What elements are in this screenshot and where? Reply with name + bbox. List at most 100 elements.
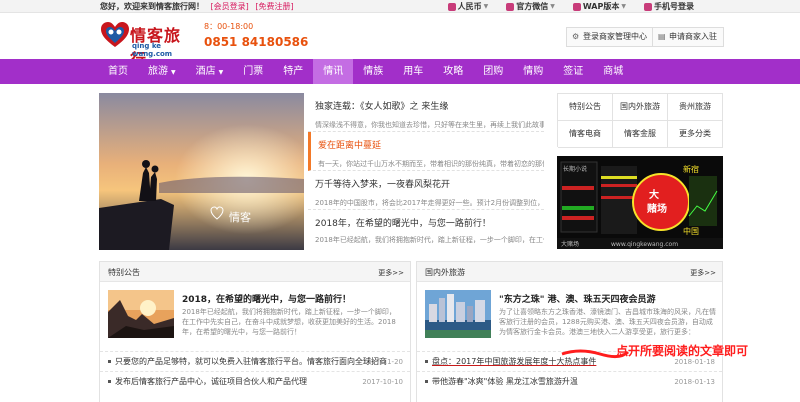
feature-title[interactable]: 2018，在希望的曙光中，与您一路前行！ [182, 292, 351, 305]
nav-visa[interactable]: 签证 [553, 59, 593, 84]
hero-watermark: 情客 [229, 210, 251, 224]
list-item-text: 带他游春"冰爽"体验 黑龙江冰雪旅游升温 [432, 377, 578, 386]
top-bar-right: 人民币 ▼ 官方微信 ▼ WAP版本 ▼ 手机号登录 [447, 0, 694, 13]
wechat-label: 官方微信 [516, 2, 549, 11]
mobile-login-link[interactable]: 手机号登录 [644, 0, 694, 13]
nav-home[interactable]: 首页 [98, 59, 138, 84]
list-item[interactable]: 带他游春"冰爽"体验 黑龙江冰雪旅游升温 2018-01-13 [417, 371, 722, 391]
news-desc: 情深缘浅不得意，你我也知道去珍惜，只好等在来生里，再续上我们此故事的开始 [315, 121, 544, 129]
mobile-icon [644, 2, 652, 11]
category-ecommerce[interactable]: 情客电商 [558, 121, 613, 148]
list-item-date: 2017-10-10 [362, 378, 403, 386]
category-guizhou[interactable]: 贵州旅游 [668, 94, 723, 121]
svg-text:大: 大 [649, 188, 659, 201]
feature-title[interactable]: "东方之珠" 港、澳、珠五天四夜会员游 [499, 292, 656, 305]
list-item[interactable]: 只要您的产品足够特，就可以免费入驻情客旅行平台。情客旅行面向全球招商 2017-… [100, 351, 410, 371]
wechat-menu[interactable]: 官方微信 ▼ [506, 0, 555, 13]
nav-group-buy[interactable]: 团购 [473, 59, 513, 84]
category-special-notice[interactable]: 特别公告 [558, 94, 613, 121]
category-travel[interactable]: 国内外旅游 [613, 94, 668, 121]
list-item-date: 2018-01-13 [674, 378, 715, 386]
phone-icon [572, 2, 581, 11]
nav-shop[interactable]: 情购 [513, 59, 553, 84]
bullet-icon [425, 360, 428, 363]
ad-caption: 大赌场 [561, 240, 579, 248]
list-item-text: 发布后情客旅行产品中心，诚征项目合伙人和产品代理 [115, 377, 307, 386]
nav-tickets[interactable]: 门票 [233, 59, 273, 84]
section-header: 国内外旅游 更多>> [417, 262, 722, 282]
nav-specialty[interactable]: 特产 [273, 59, 313, 84]
wechat-icon [506, 2, 515, 11]
list-item-text: 只要您的产品足够特，就可以免费入驻情客旅行平台。情客旅行面向全球招商 [115, 357, 387, 366]
site-logo[interactable]: 情客旅行 qing ke wang.com [100, 20, 192, 69]
news-item[interactable]: 万千等待入梦来，一夜春风梨花开 2018年的中国股市，将会比2017年走得更好一… [308, 171, 544, 210]
hotline: 8：00-18:00 0851 84180586 [204, 21, 308, 49]
news-title: 2018年，在希望的曙光中，与您一路前行！ [315, 219, 491, 229]
register-link[interactable]: [免费注册] [255, 2, 293, 11]
hero-image[interactable]: 情客 [99, 93, 304, 250]
news-title: 独家连载：《女人如歌》之 来生缘 [315, 102, 449, 112]
feature-article[interactable]: 2018，在希望的曙光中，与您一路前行！ 2018年已经起航，我们将拥抱新时代，… [100, 290, 410, 348]
feature-image[interactable] [108, 290, 174, 338]
bullet-icon [108, 380, 111, 383]
svg-text:新宿: 新宿 [683, 164, 699, 174]
nav-community[interactable]: 情族 [353, 59, 393, 84]
ad-banner[interactable]: 长期小说 大 赌场 新宿 中国 大赌场 www.qingkewang.com [557, 156, 723, 249]
nav-guides[interactable]: 攻略 [433, 59, 473, 84]
service-hours: 8：00-18:00 [204, 22, 254, 31]
category-more[interactable]: 更多分类 [668, 121, 723, 148]
gear-icon: ⚙ [572, 32, 580, 41]
more-link[interactable]: 更多>> [690, 268, 716, 278]
news-item-active[interactable]: 爱在距离中蔓延 有一天，你站过千山万水不期而至，带着相识的那份纯真，带着初恋的那… [308, 132, 544, 171]
chevron-down-icon: ▼ [483, 3, 489, 10]
nav-travel[interactable]: 旅游 ▼ [138, 59, 186, 84]
list-item[interactable]: 发布后情客旅行产品中心，诚征项目合伙人和产品代理 2017-10-10 [100, 371, 410, 391]
top-bar-left: 您好，欢迎来到情客旅行网！ [会员登录] [免费注册] [100, 0, 294, 13]
news-item[interactable]: 独家连载：《女人如歌》之 来生缘 情深缘浅不得意，你我也知道去珍惜，只好等在来生… [308, 93, 544, 132]
section-header: 特别公告 更多>> [100, 262, 410, 282]
section-title: 国内外旅游 [425, 268, 465, 277]
nav-hotel[interactable]: 酒店 ▼ [186, 59, 234, 84]
news-title: 爱在距离中蔓延 [318, 141, 382, 151]
special-notice-section: 特别公告 更多>> 2018，在希望的曙光中，与您一路前行！ 2018年已经起航… [99, 261, 411, 402]
chevron-down-icon: ▼ [218, 69, 224, 76]
currency-menu[interactable]: 人民币 ▼ [447, 0, 489, 13]
svg-text:赌场: 赌场 [646, 202, 667, 215]
phone-number: 0851 84180586 [204, 35, 309, 49]
feature-desc: 为了让喜领略东方之珠香港、濠镜澳门、吉昌城市珠海的风采，凡在情客旅行注册的会员，… [499, 308, 716, 336]
merchant-apply-button[interactable]: ▤ 申请商家入驻 [652, 27, 724, 47]
category-grid: 特别公告 国内外旅游 贵州旅游 情客电商 情客金服 更多分类 [557, 93, 723, 148]
feature-desc: 2018年已经起航，我们将拥抱新时代，踏上新征程，一步一个脚印，在工作中先实自己… [182, 308, 396, 336]
greeting-text: 您好，欢迎来到情客旅行网！ [100, 2, 204, 11]
wap-menu[interactable]: WAP版本 ▼ [572, 0, 626, 13]
ad-url: www.qingkewang.com [611, 241, 678, 248]
feature-image[interactable] [425, 290, 491, 338]
wap-label: WAP版本 [582, 2, 620, 11]
heart-logo-icon [101, 22, 129, 47]
top-bar: 您好，欢迎来到情客旅行网！ [会员登录] [免费注册] 人民币 ▼ 官方微信 ▼ W… [0, 0, 800, 13]
news-desc: 2018年已经起航，我们将拥抱新时代，踏上新征程，一步一个脚印，在工作中先 [315, 236, 544, 244]
news-item[interactable]: 2018年，在希望的曙光中，与您一路前行！ 2018年已经起航，我们将拥抱新时代… [308, 210, 544, 249]
nav-car[interactable]: 用车 [393, 59, 433, 84]
chevron-down-icon: ▼ [171, 69, 176, 76]
nav-mall[interactable]: 商城 [593, 59, 633, 84]
currency-icon [447, 2, 456, 11]
annotation-text: 点开所要阅读的文章即可 [616, 344, 749, 358]
news-title: 万千等待入梦来，一夜春风梨花开 [315, 180, 451, 190]
mobile-login-label: 手机号登录 [654, 2, 694, 11]
nav-news[interactable]: 情讯 [313, 59, 354, 84]
svg-text:中国: 中国 [683, 226, 699, 236]
chevron-down-icon: ▼ [621, 3, 626, 10]
travel-section: 国内外旅游 更多>> "东方之珠" 港、澳、珠五天四夜会员游 为了让喜领略东方之… [416, 261, 723, 402]
merchant-login-button[interactable]: ⚙ 登录商家管理中心 [566, 27, 654, 47]
news-desc: 2018年的中国股市，将会比2017年走得更好一些。预计2月份调整到位，会展开 [315, 199, 544, 207]
bullet-icon [108, 360, 111, 363]
list-item-date: 2017-11-20 [362, 358, 403, 366]
login-link[interactable]: [会员登录] [211, 2, 249, 11]
category-finance[interactable]: 情客金服 [613, 121, 668, 148]
bullet-icon [425, 380, 428, 383]
news-list: 独家连载：《女人如歌》之 来生缘 情深缘浅不得意，你我也知道去珍惜，只好等在来生… [308, 93, 544, 249]
merchant-apply-label: 申请商家入驻 [669, 32, 717, 41]
notice-list: 只要您的产品足够特，就可以免费入驻情客旅行平台。情客旅行面向全球招商 2017-… [100, 351, 410, 391]
more-link[interactable]: 更多>> [378, 268, 404, 278]
